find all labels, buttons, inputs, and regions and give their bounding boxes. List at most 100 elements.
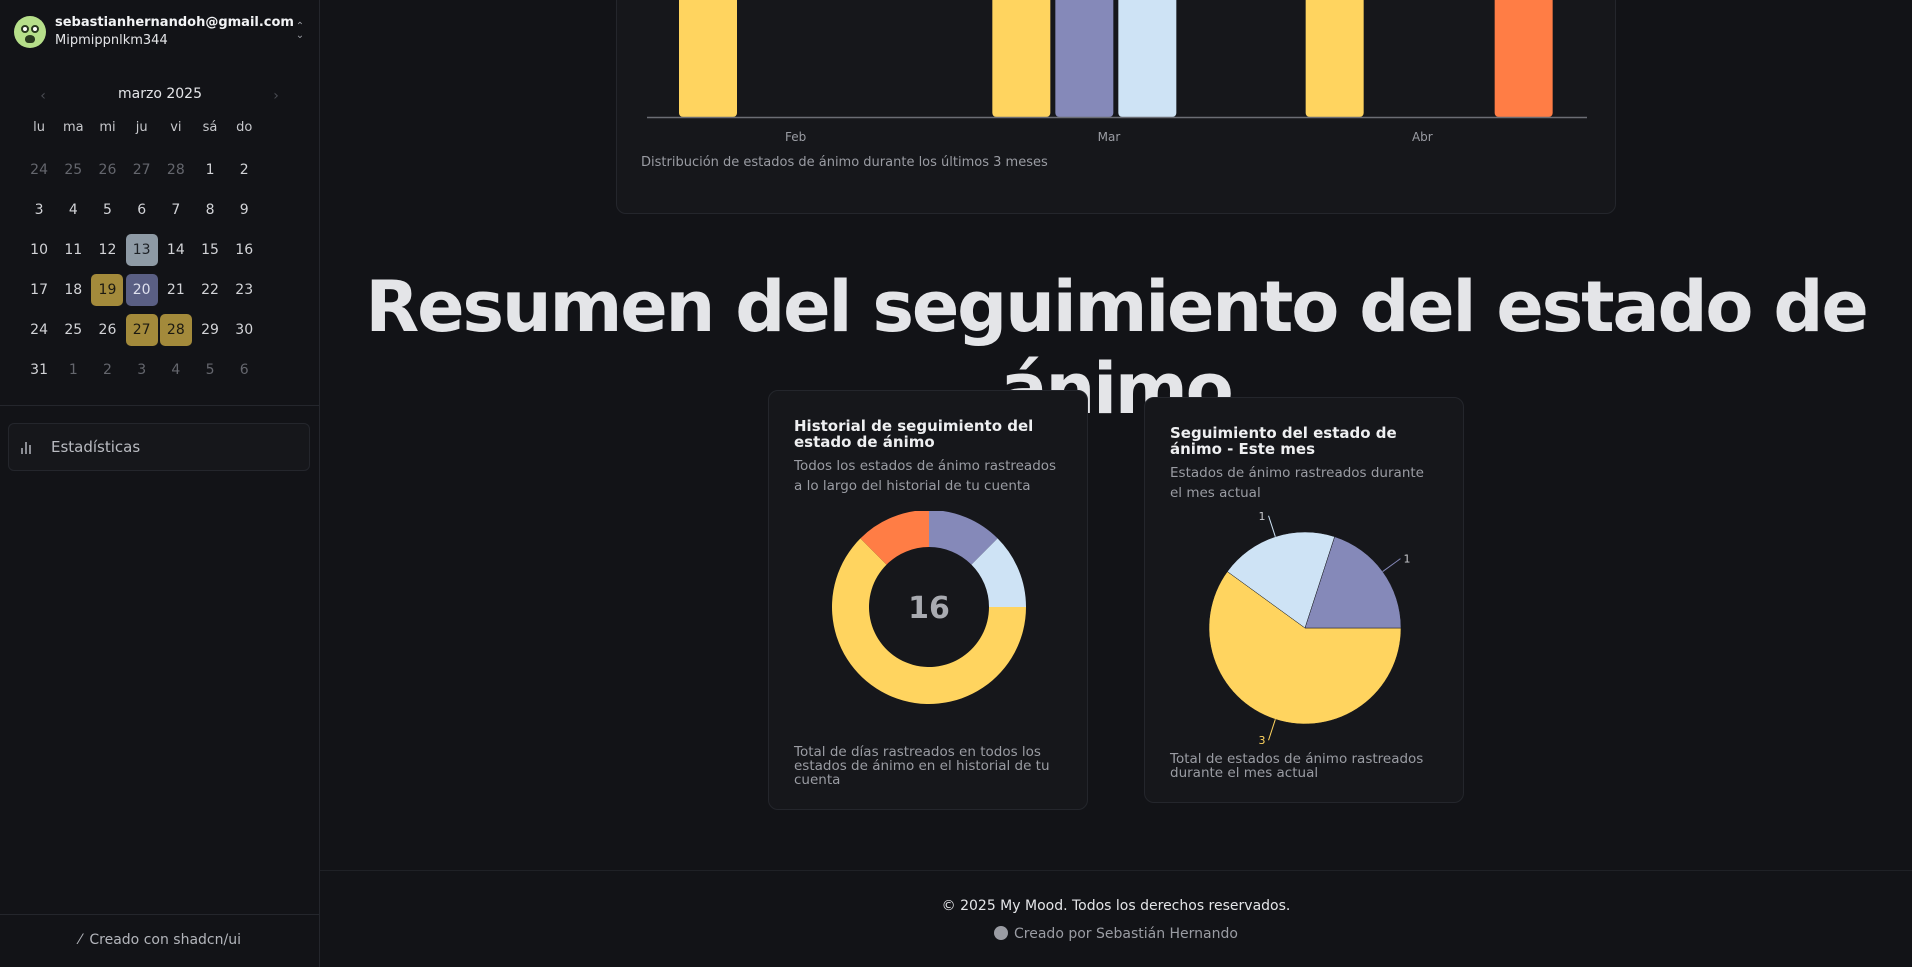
calendar-day[interactable]: 16 bbox=[227, 230, 261, 270]
calendar-day[interactable]: 6 bbox=[227, 350, 261, 390]
bar bbox=[992, 0, 1051, 117]
month-card: Seguimiento del estado de ánimo - Este m… bbox=[1144, 397, 1464, 803]
bar-chart: Feb Mar Abr bbox=[647, 0, 1587, 144]
sidebar-item-estadisticas[interactable]: Estadísticas bbox=[8, 423, 310, 471]
calendar-day[interactable]: 17 bbox=[22, 270, 56, 310]
user-info: sebastianhernandoh@gmail.com Mipmippnlkm… bbox=[55, 14, 294, 50]
sidebar-footer-label: Creado con shadcn/ui bbox=[89, 932, 241, 948]
user-name: Mipmippnlkm344 bbox=[55, 33, 168, 48]
calendar-day[interactable]: 15 bbox=[193, 230, 227, 270]
calendar-day[interactable]: 10 bbox=[22, 230, 56, 270]
weekday-label: do bbox=[236, 120, 253, 135]
divider bbox=[0, 914, 320, 915]
calendar-day[interactable]: 14 bbox=[159, 230, 193, 270]
calendar-day[interactable]: 3 bbox=[125, 350, 159, 390]
month-card-footer: Total de estados de ánimo rastreados dur… bbox=[1170, 751, 1424, 781]
sidebar-item-label: Estadísticas bbox=[51, 438, 141, 456]
month-card-title: Seguimiento del estado de ánimo - Este m… bbox=[1170, 424, 1397, 458]
bar bbox=[1118, 0, 1177, 117]
history-card-description: Todos los estados de ánimo rastreados a … bbox=[794, 458, 1057, 494]
calendar-weekdays: lu ma mi ju vi sá do bbox=[22, 120, 261, 135]
calendar-day[interactable]: 24 bbox=[22, 310, 56, 350]
calendar-day[interactable]: 1 bbox=[56, 350, 90, 390]
calendar-day[interactable]: 12 bbox=[90, 230, 124, 270]
pencil-icon: ⁄ bbox=[79, 932, 82, 948]
weekday-label: lu bbox=[33, 120, 46, 135]
calendar-day[interactable]: 8 bbox=[193, 190, 227, 230]
calendar-day[interactable]: 26 bbox=[90, 150, 124, 190]
bar bbox=[679, 0, 737, 117]
calendar-day[interactable]: 5 bbox=[193, 350, 227, 390]
calendar-day[interactable]: 29 bbox=[193, 310, 227, 350]
calendar-day[interactable]: 3 bbox=[22, 190, 56, 230]
calendar-week: 24 25 26 27 28 1 2 bbox=[22, 150, 261, 190]
divider bbox=[0, 405, 320, 406]
weekday-label: ma bbox=[62, 120, 84, 135]
pie-label-line bbox=[1268, 515, 1276, 537]
weekday-label: vi bbox=[170, 120, 182, 135]
bar-chart-caption: Distribución de estados de ánimo durante… bbox=[641, 155, 1048, 170]
bar bbox=[1305, 0, 1364, 117]
user-email: sebastianhernandoh@gmail.com bbox=[55, 15, 294, 30]
calendar-day[interactable]: 5 bbox=[90, 190, 124, 230]
calendar-day[interactable]: 4 bbox=[159, 350, 193, 390]
calendar-day[interactable]: 25 bbox=[56, 310, 90, 350]
x-tick-label: Feb bbox=[785, 130, 806, 144]
calendar-day[interactable]: 24 bbox=[22, 150, 56, 190]
avatar-eye-icon bbox=[31, 25, 39, 33]
calendar-week: 31 1 2 3 4 5 6 bbox=[22, 350, 261, 390]
calendar-grid: 24 25 26 27 28 1 2 3 4 5 6 7 8 9 10 11 12 13 14 15 16 17 18 19 2… bbox=[22, 150, 261, 390]
calendar-day[interactable]: 28 bbox=[159, 310, 193, 350]
sidebar-footer[interactable]: ⁄ Creado con shadcn/ui bbox=[0, 932, 320, 948]
calendar-week: 17 18 19 20 21 22 23 bbox=[22, 270, 261, 310]
calendar-day[interactable]: 9 bbox=[227, 190, 261, 230]
calendar-day[interactable]: 20 bbox=[125, 270, 159, 310]
page-title: Resumen del seguimiento del estado de án… bbox=[365, 266, 1868, 430]
calendar-day[interactable]: 11 bbox=[56, 230, 90, 270]
calendar-day[interactable]: 31 bbox=[22, 350, 56, 390]
calendar-day[interactable]: 30 bbox=[227, 310, 261, 350]
calendar-day[interactable]: 27 bbox=[125, 310, 159, 350]
history-card: Historial de seguimiento del estado de á… bbox=[768, 390, 1088, 810]
calendar-day[interactable]: 25 bbox=[56, 150, 90, 190]
calendar-day[interactable]: 13 bbox=[125, 230, 159, 270]
pie-label-line bbox=[1382, 558, 1401, 572]
calendar-week: 3456789 bbox=[22, 190, 261, 230]
donut-total: 16 bbox=[908, 591, 950, 626]
calendar-day[interactable]: 6 bbox=[125, 190, 159, 230]
calendar-week: 10 11 12 13 14 15 16 bbox=[22, 230, 261, 270]
avatar-eye-icon bbox=[21, 25, 29, 33]
chevrons-up-down-icon[interactable]: ⌃ ⌄ bbox=[294, 22, 306, 42]
calendar-day[interactable]: 26 bbox=[90, 310, 124, 350]
calendar-day[interactable]: 27 bbox=[125, 150, 159, 190]
calendar-day[interactable]: 21 bbox=[159, 270, 193, 310]
calendar-day[interactable]: 1 bbox=[193, 150, 227, 190]
pie-label-line bbox=[1268, 719, 1276, 741]
main-content: Feb Mar Abr Distribución de estados de áni… bbox=[320, 0, 1912, 967]
footer-credit[interactable]: Creado por Sebastián Hernando bbox=[320, 926, 1912, 942]
bar-chart-icon bbox=[21, 440, 35, 454]
github-icon bbox=[994, 926, 1009, 940]
calendar: ‹ marzo 2025 › lu ma mi ju vi sá do 24 25 26 27 28… bbox=[0, 78, 320, 378]
pie-slice-label: 1 bbox=[1403, 553, 1410, 566]
calendar-day[interactable]: 2 bbox=[90, 350, 124, 390]
calendar-day[interactable]: 22 bbox=[193, 270, 227, 310]
sidebar: sebastianhernandoh@gmail.com Mipmippnlkm… bbox=[0, 0, 320, 967]
calendar-day[interactable]: 4 bbox=[56, 190, 90, 230]
history-card-title: Historial de seguimiento del estado de á… bbox=[794, 417, 1034, 451]
calendar-day[interactable]: 2 bbox=[227, 150, 261, 190]
user-switcher[interactable]: sebastianhernandoh@gmail.com Mipmippnlkm… bbox=[14, 12, 306, 52]
donut-chart: 16 bbox=[832, 511, 1026, 705]
calendar-day[interactable]: 19 bbox=[90, 270, 124, 310]
calendar-day[interactable]: 7 bbox=[159, 190, 193, 230]
pie-slice-label: 1 bbox=[1259, 510, 1266, 523]
pie-slice-label: 3 bbox=[1259, 734, 1266, 747]
calendar-header: ‹ marzo 2025 › bbox=[0, 78, 320, 112]
calendar-day[interactable]: 18 bbox=[56, 270, 90, 310]
calendar-day[interactable]: 28 bbox=[159, 150, 193, 190]
x-tick-label: Abr bbox=[1412, 130, 1433, 144]
calendar-day[interactable]: 23 bbox=[227, 270, 261, 310]
weekday-label: ju bbox=[135, 120, 148, 135]
history-card-footer: Total de días rastreados en todos los es… bbox=[794, 744, 1050, 788]
calendar-next-button[interactable]: › bbox=[262, 84, 290, 108]
